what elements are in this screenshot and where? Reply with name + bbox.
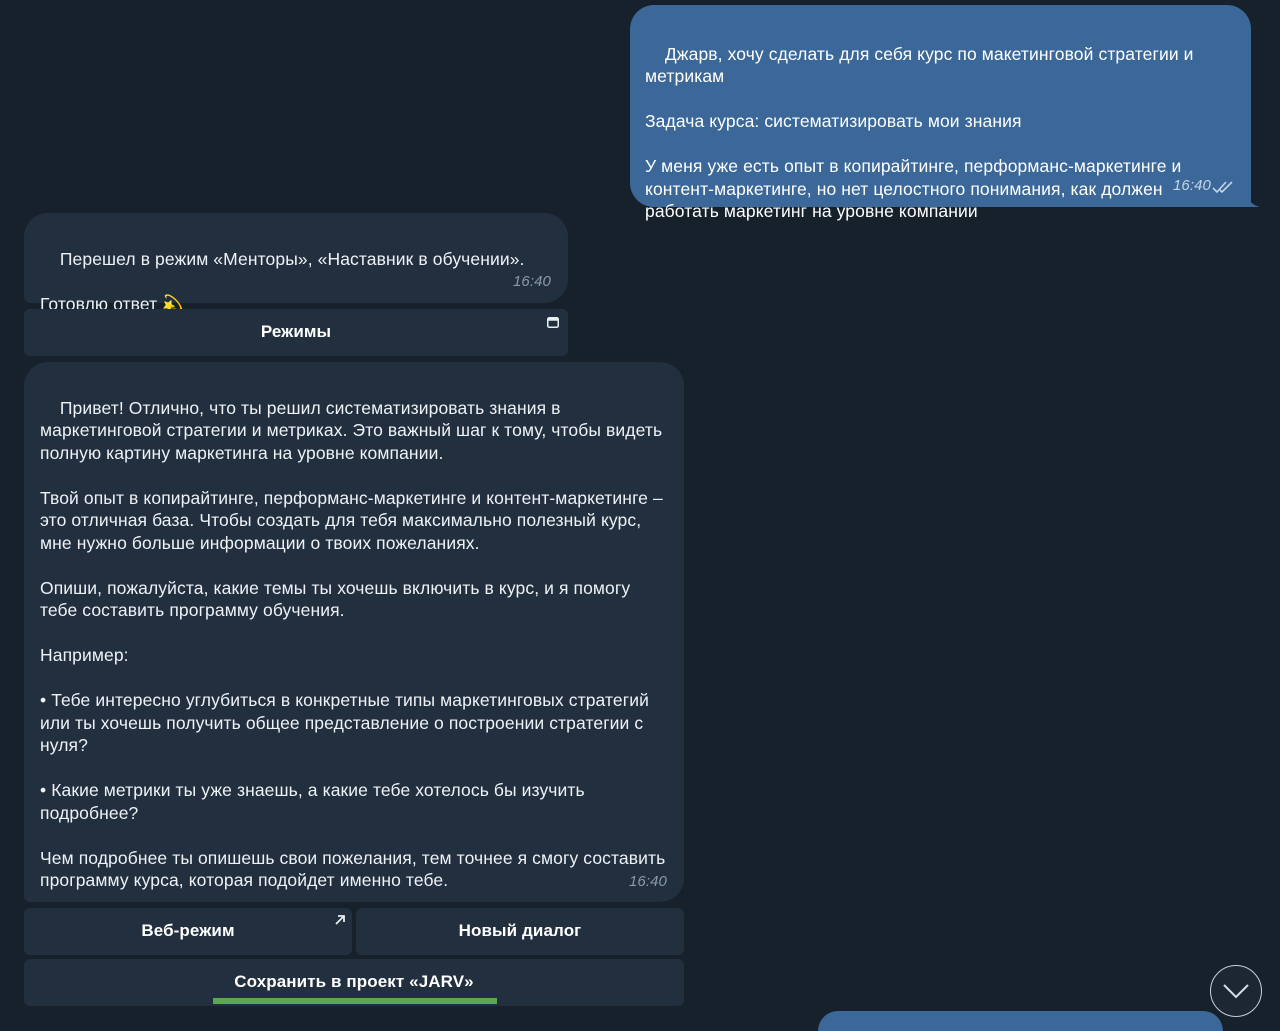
outgoing-message[interactable]: Джарв, хочу сделать для себя курс по мак… [630, 5, 1251, 221]
message-text: Привет! Отлично, что ты решил систематиз… [40, 397, 666, 891]
save-to-project-button-label: Сохранить в проект «JARV» [234, 972, 474, 992]
message-time: 16:40 [512, 272, 551, 290]
modes-button[interactable]: Режимы [24, 309, 568, 356]
message-text: Перешел в режим «Менторы», «Наставник в … [40, 248, 525, 314]
scroll-down-button[interactable] [1210, 965, 1262, 1017]
new-dialog-button-label: Новый диалог [458, 921, 582, 941]
bubble-tail [1240, 187, 1260, 207]
modes-button-label: Режимы [260, 322, 332, 342]
web-mode-button[interactable]: Веб-режим [24, 908, 352, 955]
incoming-message-mode[interactable]: Перешел в режим «Менторы», «Наставник в … [24, 213, 568, 314]
incoming-message-answer[interactable]: Привет! Отлично, что ты решил систематиз… [24, 362, 684, 902]
chevron-down-icon [1223, 984, 1249, 999]
message-time: 16:40 [628, 872, 667, 890]
web-app-icon [547, 317, 559, 328]
message-text: Джарв, хочу сделать для себя курс по мак… [645, 43, 1194, 222]
arrow-up-right-icon [335, 915, 345, 925]
new-dialog-button[interactable]: Новый диалог [356, 908, 684, 955]
message-time: 16:40 [1172, 176, 1211, 194]
double-check-icon [1212, 181, 1233, 194]
save-progress-bar [213, 998, 497, 1004]
web-mode-button-label: Веб-режим [141, 921, 235, 941]
outgoing-message-peek [818, 1011, 1223, 1031]
